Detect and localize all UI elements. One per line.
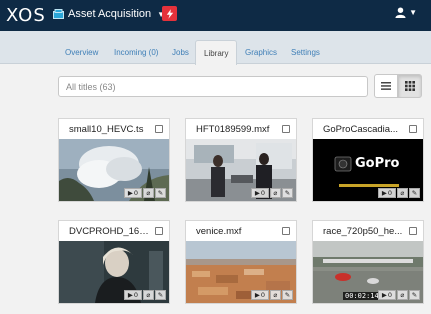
tab-jobs[interactable]: Jobs: [172, 48, 189, 57]
asset-thumbnail[interactable]: ▶ 0 ⌀ ✎: [186, 241, 296, 303]
project-selector[interactable]: Asset Acquisition ▼: [53, 8, 165, 20]
asset-thumbnail[interactable]: 00:02:14 ▶ 0 ⌀ ✎: [313, 241, 423, 303]
search-input[interactable]: All titles (63): [58, 76, 368, 97]
pencil-icon[interactable]: ✎: [409, 290, 420, 300]
play-count: 0: [387, 291, 393, 299]
asset-actions: ▶ 0 ⌀ ✎: [378, 188, 420, 198]
play-icon: ▶: [127, 189, 133, 197]
tab-incoming[interactable]: Incoming (0): [114, 48, 158, 57]
asset-card[interactable]: GoProCascadia... GoPro ▶ 0 ⌀ ✎: [312, 118, 424, 202]
pencil-icon[interactable]: ✎: [409, 188, 420, 198]
pencil-icon[interactable]: ✎: [282, 290, 293, 300]
asset-card[interactable]: small10_HEVC.ts ▶ 0 ⌀ ✎: [58, 118, 170, 202]
asset-title[interactable]: small10_HEVC.ts: [59, 119, 169, 139]
project-name: Asset Acquisition: [68, 8, 152, 20]
paperclip-icon[interactable]: ⌀: [270, 188, 281, 198]
play-count: 0: [260, 291, 266, 299]
app-logo[interactable]: XOS: [6, 5, 46, 26]
flash-icon[interactable]: [162, 6, 177, 21]
asset-title[interactable]: DVCPROHD_16T...: [59, 221, 169, 241]
play-count: 0: [133, 291, 139, 299]
paperclip-icon[interactable]: ⌀: [270, 290, 281, 300]
paperclip-icon[interactable]: ⌀: [397, 188, 408, 198]
list-view-icon: [381, 82, 391, 90]
asset-card[interactable]: race_720p50_he... 00:02:14 ▶ 0 ⌀ ✎: [312, 220, 424, 304]
tab-overview[interactable]: Overview: [65, 48, 98, 57]
asset-card[interactable]: DVCPROHD_16T... ▶ 0 ⌀ ✎: [58, 220, 170, 304]
chevron-down-icon: ▼: [409, 8, 417, 17]
asset-title[interactable]: race_720p50_he...: [313, 221, 423, 241]
play-icon: ▶: [127, 291, 133, 299]
play-button[interactable]: ▶ 0: [251, 188, 269, 198]
pencil-icon[interactable]: ✎: [155, 290, 166, 300]
asset-card[interactable]: venice.mxf ▶ 0 ⌀ ✎: [185, 220, 297, 304]
tab-bar: Overview Incoming (0) Jobs Library Graph…: [0, 31, 431, 65]
asset-actions: ▶ 0 ⌀ ✎: [378, 290, 420, 300]
asset-thumbnail[interactable]: ▶ 0 ⌀ ✎: [59, 241, 169, 303]
play-button[interactable]: ▶ 0: [124, 290, 142, 300]
play-icon: ▶: [381, 189, 387, 197]
asset-thumbnail[interactable]: GoPro ▶ 0 ⌀ ✎: [313, 139, 423, 201]
thumbnail-text: GoPro: [355, 156, 400, 171]
paperclip-icon[interactable]: ⌀: [143, 290, 154, 300]
project-icon: [53, 9, 64, 19]
asset-thumbnail[interactable]: ▶ 0 ⌀ ✎: [186, 139, 296, 201]
pencil-icon[interactable]: ✎: [282, 188, 293, 198]
paperclip-icon[interactable]: ⌀: [397, 290, 408, 300]
paperclip-icon[interactable]: ⌀: [143, 188, 154, 198]
play-icon: ▶: [254, 291, 260, 299]
pencil-icon[interactable]: ✎: [155, 188, 166, 198]
play-button[interactable]: ▶ 0: [251, 290, 269, 300]
asset-title[interactable]: venice.mxf: [186, 221, 296, 241]
timecode: 00:02:14: [343, 292, 381, 300]
user-menu[interactable]: ▼: [395, 7, 417, 18]
tab-settings[interactable]: Settings: [291, 48, 320, 57]
asset-card[interactable]: HFT0189599.mxf ▶ 0 ⌀ ✎: [185, 118, 297, 202]
asset-select-checkbox[interactable]: [155, 125, 163, 133]
play-count: 0: [133, 189, 139, 197]
asset-actions: ▶ 0 ⌀ ✎: [124, 290, 166, 300]
asset-actions: ▶ 0 ⌀ ✎: [251, 188, 293, 198]
asset-title[interactable]: GoProCascadia...: [313, 119, 423, 139]
play-button[interactable]: ▶ 0: [124, 188, 142, 198]
play-button[interactable]: ▶ 0: [378, 188, 396, 198]
asset-actions: ▶ 0 ⌀ ✎: [251, 290, 293, 300]
top-bar: XOS Asset Acquisition ▼ ▼: [0, 0, 431, 31]
asset-select-checkbox[interactable]: [155, 227, 163, 235]
grid-view-icon: [405, 81, 415, 91]
asset-select-checkbox[interactable]: [282, 227, 290, 235]
play-icon: ▶: [254, 189, 260, 197]
asset-title[interactable]: HFT0189599.mxf: [186, 119, 296, 139]
play-count: 0: [260, 189, 266, 197]
asset-actions: ▶ 0 ⌀ ✎: [124, 188, 166, 198]
asset-select-checkbox[interactable]: [409, 227, 417, 235]
asset-thumbnail[interactable]: ▶ 0 ⌀ ✎: [59, 139, 169, 201]
asset-select-checkbox[interactable]: [282, 125, 290, 133]
user-icon: [395, 7, 406, 18]
tab-library[interactable]: Library: [195, 40, 238, 65]
tab-graphics[interactable]: Graphics: [245, 48, 277, 57]
play-count: 0: [387, 189, 393, 197]
play-button[interactable]: ▶ 0: [378, 290, 396, 300]
grid-view-button[interactable]: [398, 74, 422, 98]
play-icon: ▶: [381, 291, 387, 299]
list-view-button[interactable]: [374, 74, 398, 98]
asset-select-checkbox[interactable]: [409, 125, 417, 133]
